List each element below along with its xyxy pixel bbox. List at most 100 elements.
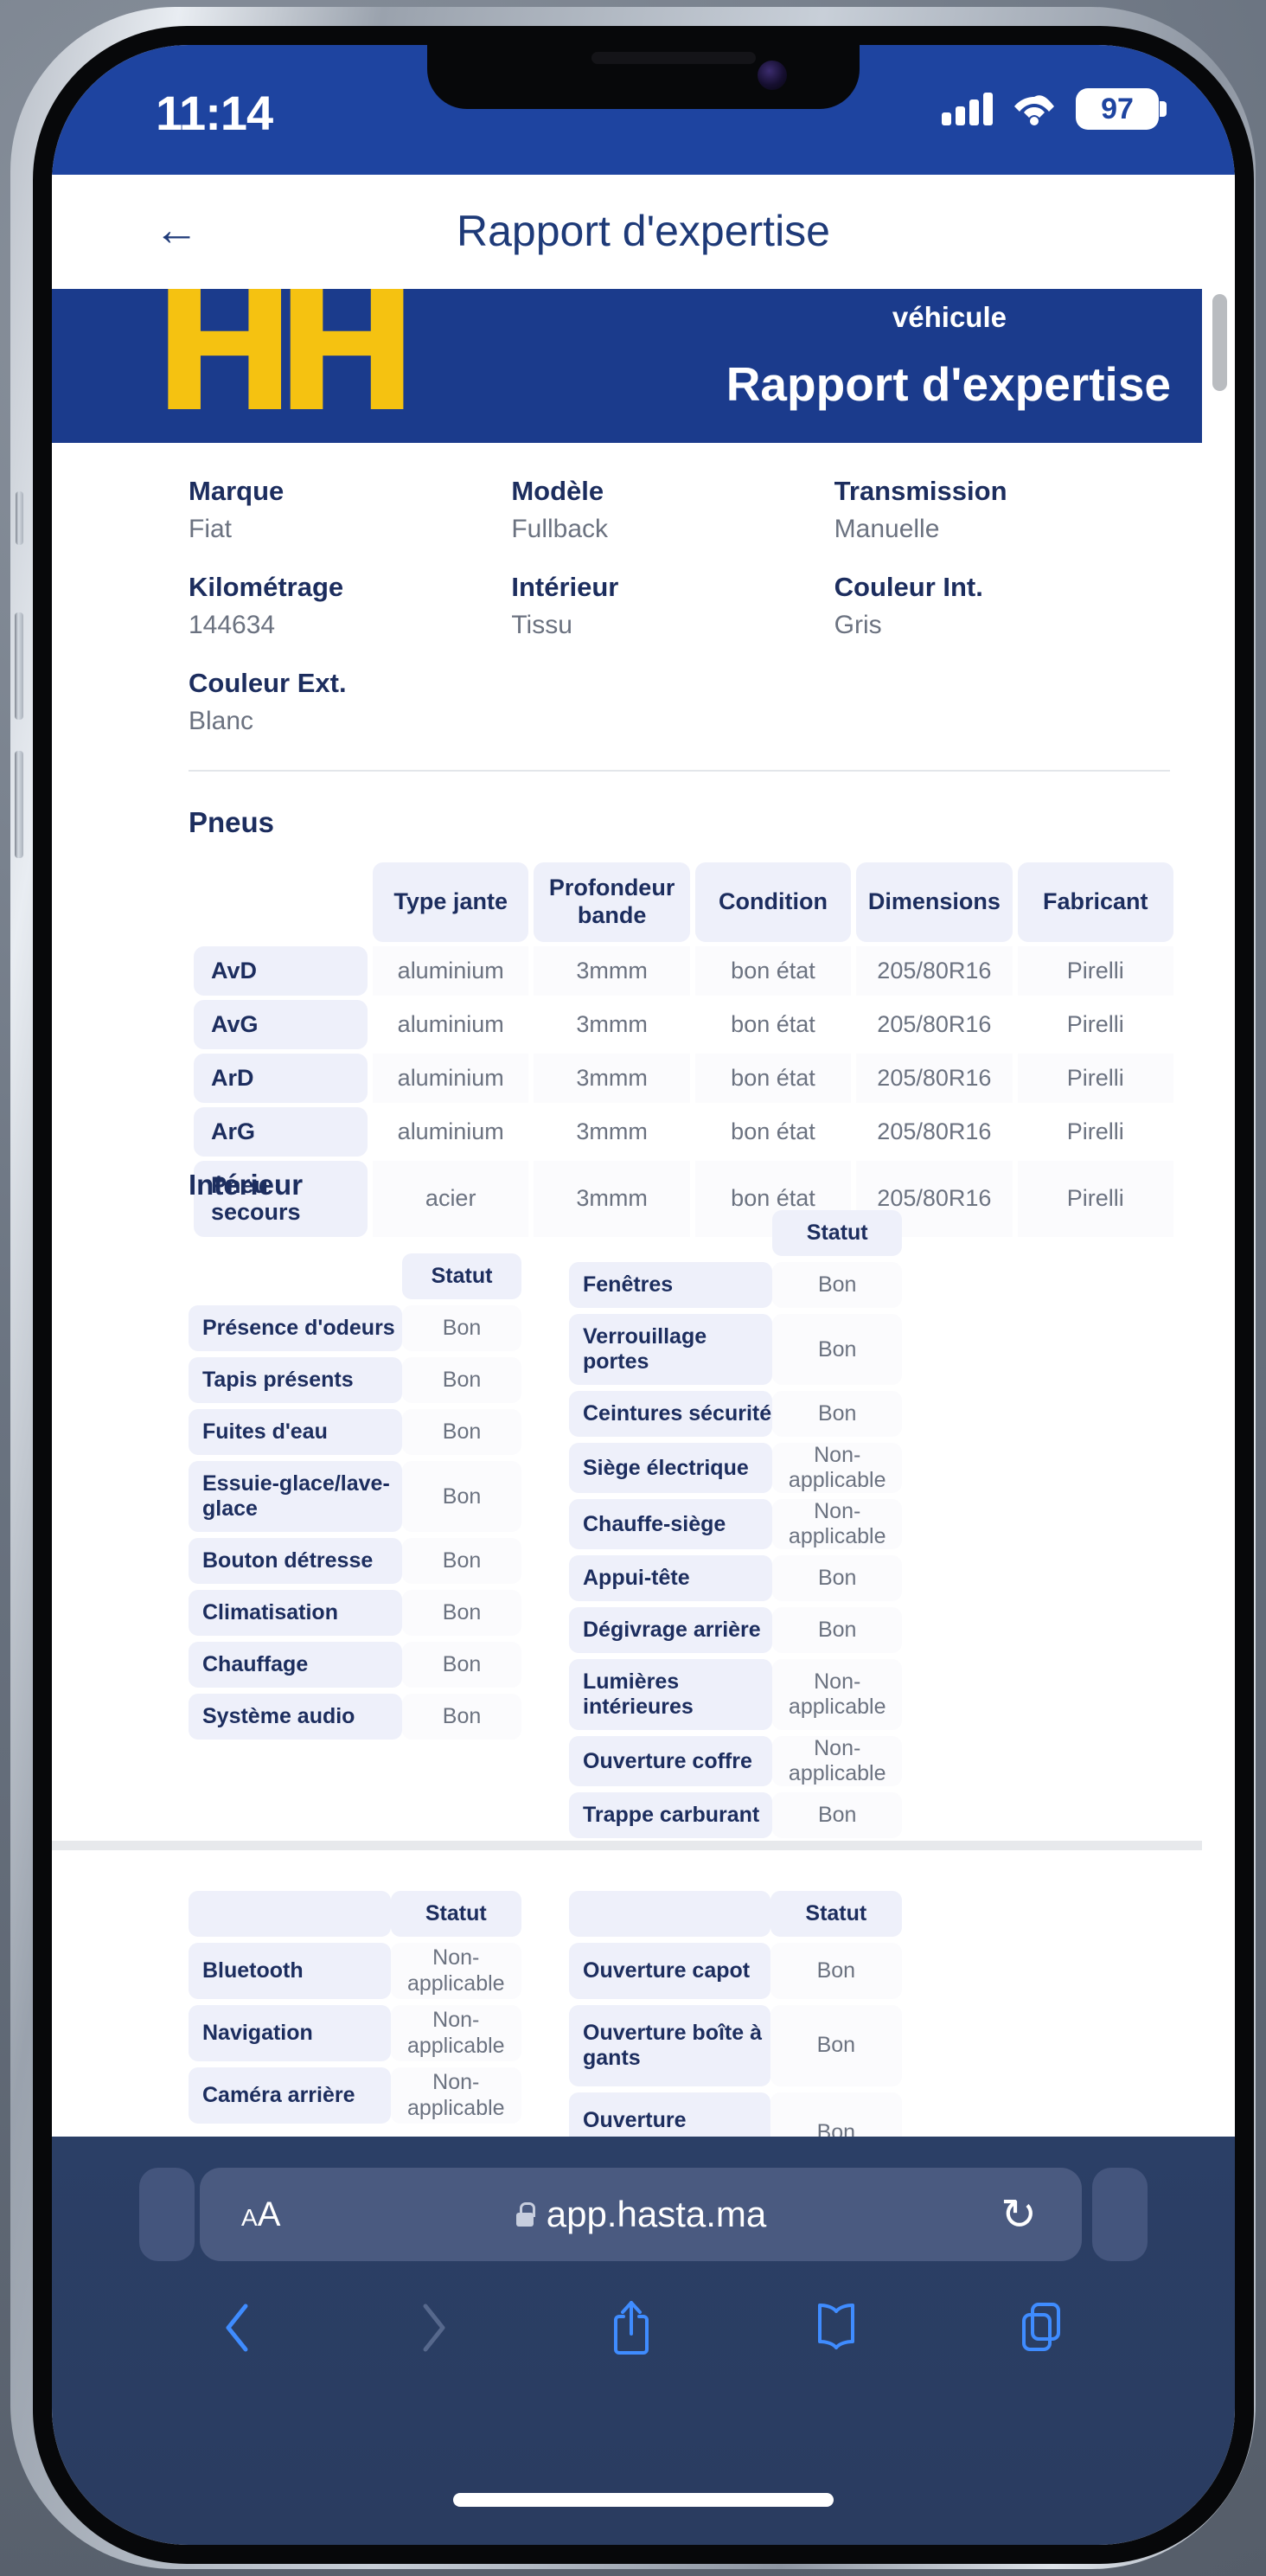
header-dimensions: Dimensions	[856, 862, 1013, 942]
vehicle-info-grid: Marque Fiat Modèle Fullback Transmission…	[189, 476, 1157, 736]
pneus-table: Type jante Profondeur bande Condition Di…	[189, 858, 1179, 1241]
row-label: Fenêtres	[569, 1262, 773, 1308]
banner-subtitle: véhicule	[892, 301, 1007, 333]
header-blank	[189, 1253, 402, 1299]
cell: 205/80R16	[877, 1010, 992, 1037]
status-value: Non-applicable	[772, 1443, 902, 1493]
reload-icon[interactable]: ↻	[1001, 2189, 1037, 2240]
row-label: Ouverture boîte à gants	[569, 2005, 770, 2086]
row-label: Lumières intérieures	[569, 1659, 773, 1730]
row-label: Système audio	[189, 1694, 403, 1740]
table-row: Ouverture accoudoirBon	[569, 2092, 902, 2137]
volume-up-button[interactable]	[15, 612, 23, 720]
tabs-icon[interactable]	[1017, 2299, 1067, 2361]
status-value: Bon	[402, 1694, 521, 1740]
front-camera	[758, 61, 787, 90]
info-value: Blanc	[189, 707, 254, 735]
table-row: Verrouillage portes Bon	[569, 1314, 902, 1385]
status-bar-indicators: 97	[942, 88, 1167, 130]
table-row: Siège électrique Non-applicable	[569, 1443, 902, 1493]
status-value: Bon	[772, 1391, 902, 1437]
status-value: Bon	[772, 1607, 902, 1653]
table-row: ArG aluminium 3mmm bon état 205/80R16 Pi…	[194, 1106, 1173, 1157]
status-value: Bon	[402, 1461, 521, 1532]
row-label: Appui-tête	[569, 1555, 773, 1601]
cell: acier	[373, 1160, 529, 1237]
report-scroll-area[interactable]: HH véhicule Rapport d'expertise Marque F…	[52, 289, 1235, 2137]
text-size-button[interactable]: AA	[241, 2195, 280, 2234]
row-label: Ouverture accoudoir	[569, 2092, 770, 2137]
table-row: Chauffe-siège Non-applicable	[569, 1499, 902, 1549]
table-row: Ouverture capot Bon	[569, 1943, 902, 1999]
table-row: Ouverture boîte à gants Bon	[569, 2005, 902, 2086]
safari-toolbar	[52, 2297, 1235, 2362]
section-title-interieur: Intérieur	[189, 1169, 304, 1201]
bookmarks-icon[interactable]	[811, 2299, 861, 2361]
table-header-row: Type jante Profondeur bande Condition Di…	[194, 862, 1173, 942]
row-label: Chauffe-siège	[569, 1499, 773, 1549]
silent-switch[interactable]	[16, 491, 23, 545]
table-row: Trappe carburant Bon	[569, 1792, 902, 1838]
table-row: Présence d'odeurs Bon	[189, 1305, 521, 1351]
wifi-icon	[1012, 92, 1057, 126]
status-value: Bon	[402, 1538, 521, 1584]
status-value: Bon	[770, 2005, 902, 2086]
cell: 3mmm	[534, 1053, 690, 1103]
info-label: Modèle	[511, 476, 604, 506]
table-row: Bluetooth Non-applicable	[189, 1943, 521, 1999]
table-row: AvD aluminium 3mmm bon état 205/80R16 Pi…	[194, 945, 1173, 996]
status-value: Bon	[402, 1642, 521, 1688]
table-row: Lumières intérieures Non-applicable	[569, 1659, 902, 1730]
row-label: Trappe carburant	[569, 1792, 773, 1838]
header-profondeur-bande: Profondeur bande	[534, 862, 690, 942]
row-label: Bluetooth	[189, 1943, 391, 1999]
row-label: Ouverture coffre	[569, 1736, 773, 1786]
table-header-row: Statut	[189, 1253, 521, 1299]
home-indicator[interactable]	[453, 2493, 834, 2507]
page-break-divider	[52, 1841, 1202, 1850]
interieur-left-table: Statut Présence d'odeurs Bon Tapis présen…	[189, 1247, 521, 1746]
app-header: ← Rapport d'expertise	[52, 175, 1235, 289]
url-bar[interactable]: AA app.hasta.ma ↻	[200, 2168, 1082, 2261]
report-banner: HH véhicule Rapport d'expertise	[52, 289, 1202, 443]
lock-icon	[515, 2202, 535, 2227]
status-value: Non-applicable	[772, 1659, 902, 1730]
cell: bon état	[694, 945, 852, 996]
share-icon[interactable]	[607, 2297, 655, 2362]
row-label: ArD	[194, 1053, 368, 1103]
vehicle-info-item: Intérieur Tissu	[511, 572, 834, 640]
cell: aluminium	[373, 1053, 529, 1103]
cell: bon état	[694, 1053, 852, 1103]
back-icon[interactable]	[220, 2299, 258, 2361]
url-text-wrap: app.hasta.ma	[200, 2194, 1082, 2235]
status-value: Non-applicable	[390, 1943, 521, 1999]
previous-tab-pill[interactable]	[139, 2168, 195, 2261]
volume-down-button[interactable]	[15, 751, 23, 858]
info-label: Couleur Ext.	[189, 668, 347, 698]
table-row: AvG aluminium 3mmm bon état 205/80R16 Pi…	[194, 999, 1173, 1049]
row-label: Navigation	[189, 2005, 391, 2061]
row-label: Chauffage	[189, 1642, 403, 1688]
cell: Pirelli	[1017, 1160, 1173, 1237]
row-label: Caméra arrière	[189, 2067, 391, 2124]
header-condition: Condition	[694, 862, 852, 942]
hasta-logo: HH	[152, 289, 419, 443]
table-header-row: Statut	[569, 1210, 902, 1256]
forward-icon[interactable]	[413, 2299, 451, 2361]
cell: 205/80R16	[877, 1118, 992, 1144]
status-bar-time: 11:14	[156, 86, 273, 140]
header-type-jante: Type jante	[373, 862, 529, 942]
section-title-pneus: Pneus	[189, 806, 275, 838]
row-label: Essuie-glace/lave-glace	[189, 1461, 403, 1532]
header-statut: Statut	[390, 1891, 521, 1937]
cell: 3mmm	[534, 945, 690, 996]
status-value: Non-applicable	[390, 2067, 521, 2124]
table-row: Essuie-glace/lave-glace Bon	[189, 1461, 521, 1532]
scrollbar-thumb[interactable]	[1212, 294, 1227, 391]
row-label: Ouverture capot	[569, 1943, 770, 1999]
battery-percent: 97	[1101, 92, 1134, 125]
row-label: Tapis présents	[189, 1357, 403, 1403]
next-tab-pill[interactable]	[1092, 2168, 1148, 2261]
status-value: Bon	[772, 1314, 902, 1385]
vehicle-info-item: Couleur Ext. Blanc	[189, 668, 511, 736]
